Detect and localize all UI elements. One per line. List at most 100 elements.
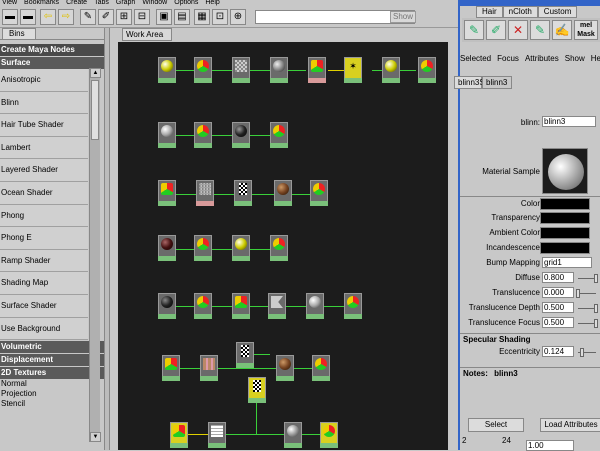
specular-shading-header[interactable]: Specular Shading: [460, 333, 600, 345]
shader-node[interactable]: [382, 57, 400, 83]
translucence-field[interactable]: 0.000: [542, 287, 574, 298]
arrow-right-icon[interactable]: ⇨: [58, 9, 74, 25]
current-frame-field[interactable]: 1.00: [526, 440, 574, 451]
incandescence-swatch[interactable]: [540, 242, 590, 254]
tab-custom[interactable]: Custom: [537, 6, 578, 18]
list-item[interactable]: Anisotropic: [0, 69, 88, 92]
shader-node[interactable]: [158, 293, 176, 319]
list-item[interactable]: Shading Map: [0, 272, 88, 295]
load-attributes-button[interactable]: Load Attributes: [540, 418, 600, 432]
scroll-thumb[interactable]: [91, 80, 99, 140]
selected-node[interactable]: ✶: [344, 57, 362, 83]
bump-mapping-field[interactable]: grid1: [542, 257, 592, 268]
shading-group-node[interactable]: [312, 355, 330, 381]
left-scrollbar[interactable]: ▲ ▼: [89, 68, 101, 442]
notes-area[interactable]: [460, 380, 600, 418]
list-item[interactable]: Hair Tube Shader: [0, 114, 88, 137]
clear-graph-icon[interactable]: ▣: [156, 9, 172, 25]
shading-group-node[interactable]: [270, 235, 288, 261]
diffuse-slider[interactable]: [578, 274, 598, 283]
shading-group-node[interactable]: [194, 293, 212, 319]
list-item[interactable]: Ocean Shader: [0, 181, 88, 205]
color-swatch[interactable]: [540, 198, 590, 210]
menu-help[interactable]: Help: [591, 54, 600, 64]
selected-bump-node[interactable]: [248, 377, 266, 403]
network-icon[interactable]: ⊕: [230, 9, 246, 25]
tab-work-area[interactable]: Work Area: [122, 28, 172, 41]
tab-blinn3[interactable]: blinn3: [482, 76, 512, 89]
transparency-swatch[interactable]: [540, 212, 590, 224]
shader-node[interactable]: [158, 235, 176, 261]
translucence-slider[interactable]: [576, 289, 596, 298]
shader-node[interactable]: [158, 122, 176, 148]
shelf-paint-icon[interactable]: ✍: [552, 20, 572, 40]
show-button[interactable]: Show: [390, 11, 416, 23]
diffuse-field[interactable]: 0.800: [542, 272, 574, 283]
texture-node[interactable]: [268, 293, 286, 319]
tab-bins[interactable]: Bins: [2, 28, 36, 40]
eraser-icon[interactable]: ✐: [98, 9, 114, 25]
shelf-tool-icon[interactable]: ✎: [464, 20, 484, 40]
place2d-node[interactable]: [308, 57, 326, 83]
arrow-left-icon[interactable]: ⇦: [40, 9, 56, 25]
create-nodes-header[interactable]: Create Maya Nodes: [0, 44, 104, 56]
translucence-focus-slider[interactable]: [578, 319, 598, 328]
list-item[interactable]: Use Background: [0, 317, 88, 341]
tab-hair[interactable]: Hair: [476, 6, 503, 18]
selected-shading-group-node[interactable]: [320, 422, 338, 448]
shading-group-node[interactable]: [344, 293, 362, 319]
grid-texture-node[interactable]: [208, 422, 226, 448]
shelf-delete-icon[interactable]: ✕: [508, 20, 528, 40]
menu-selected[interactable]: Selected: [460, 54, 491, 64]
selected-place2d-node[interactable]: [170, 422, 188, 448]
bump-node[interactable]: [234, 180, 252, 206]
shading-group-node[interactable]: [194, 57, 212, 83]
translucence-depth-field[interactable]: 0.500: [542, 302, 574, 313]
node-graph-canvas[interactable]: ✶: [118, 42, 448, 450]
list-item[interactable]: Ramp Shader: [0, 249, 88, 273]
layout-icon[interactable]: ▬: [2, 9, 18, 25]
select-button[interactable]: Select: [468, 418, 524, 432]
layout-grid-icon[interactable]: ▦: [194, 9, 210, 25]
texture-node[interactable]: [232, 57, 250, 83]
shader-node[interactable]: [284, 422, 302, 448]
list-item[interactable]: Surface Shader: [0, 294, 88, 318]
list-item[interactable]: Phong E: [0, 227, 88, 250]
shading-group-node[interactable]: [270, 122, 288, 148]
shader-node[interactable]: [276, 355, 294, 381]
graph-alt-icon[interactable]: ⊟: [134, 9, 150, 25]
place2d-node[interactable]: [162, 355, 180, 381]
shelf-tool-icon[interactable]: ✐: [486, 20, 506, 40]
shading-group-node[interactable]: [310, 180, 328, 206]
layout-alt-icon[interactable]: ▬: [20, 9, 36, 25]
scroll-up-icon[interactable]: ▲: [90, 68, 101, 78]
tab-shading-group[interactable]: blinn3SG: [454, 76, 491, 89]
name-field[interactable]: blinn3: [542, 116, 596, 127]
display-icon[interactable]: ▤: [174, 9, 190, 25]
menu-show[interactable]: Show: [565, 54, 585, 64]
list-item[interactable]: Layered Shader: [0, 159, 88, 182]
list-item[interactable]: Phong: [0, 204, 88, 228]
shader-node[interactable]: [232, 122, 250, 148]
wood-texture-node[interactable]: [200, 355, 218, 381]
mel-script-button[interactable]: mel Mask: [574, 20, 598, 40]
shader-node[interactable]: [158, 57, 176, 83]
rearrange-icon[interactable]: ⊡: [212, 9, 228, 25]
ambient-color-swatch[interactable]: [540, 227, 590, 239]
shader-node[interactable]: [306, 293, 324, 319]
shading-group-node[interactable]: [194, 122, 212, 148]
menu-attributes[interactable]: Attributes: [525, 54, 559, 64]
shader-node[interactable]: [274, 180, 292, 206]
brush-icon[interactable]: ✎: [80, 9, 96, 25]
graph-icon[interactable]: ⊞: [116, 9, 132, 25]
list-item[interactable]: Lambert: [0, 136, 88, 160]
menu-focus[interactable]: Focus: [497, 54, 519, 64]
translucence-depth-slider[interactable]: [578, 304, 598, 313]
bump-node[interactable]: [236, 342, 254, 368]
noise-texture-node[interactable]: [196, 180, 214, 206]
translucence-focus-field[interactable]: 0.500: [542, 317, 574, 328]
shading-group-node[interactable]: [418, 57, 436, 83]
eccentricity-slider[interactable]: [578, 348, 596, 357]
eccentricity-field[interactable]: 0.124: [542, 346, 574, 357]
place2d-node[interactable]: [158, 180, 176, 206]
